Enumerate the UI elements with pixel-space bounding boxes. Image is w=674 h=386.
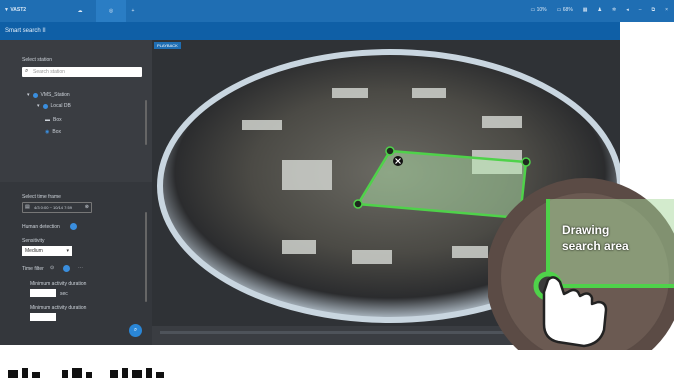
delete-selection-icon[interactable] [393, 156, 403, 166]
memory-indicator: ▭ 68% [557, 7, 573, 13]
min-activity2-label: Minimum activity duration [30, 305, 87, 311]
close-icon[interactable]: × [665, 7, 668, 13]
search-icon: ⌕ [133, 327, 138, 333]
select-station-label: Select station [22, 57, 53, 63]
time-frame-label: Select time frame [22, 194, 61, 200]
chevron-down-icon: ▾ [66, 248, 69, 254]
human-detection-label: Human detection [22, 224, 60, 230]
tree-station-label: VMS_Station [40, 92, 70, 98]
cloud-icon: ☁ [77, 8, 83, 14]
time-frame-value: 4/3 0:00 ~ 10/14 7:59 [34, 205, 72, 210]
min-activity2-input[interactable] [30, 313, 56, 321]
playback-badge: PLAYBACK [154, 42, 181, 49]
sensitivity-select[interactable]: Medium ▾ [22, 246, 72, 256]
cropped-caption-glyphs [8, 368, 164, 378]
camera-icon: ▬ [45, 117, 50, 123]
sidebar: Select station ⌕ Search station ▾ VMS_St… [0, 40, 152, 345]
more-icon[interactable]: ⋯ [78, 265, 83, 271]
memory-value: 68% [562, 7, 573, 13]
title-bar: Smart search II [0, 22, 620, 40]
station-search-input[interactable]: ⌕ Search station [22, 67, 142, 77]
time-filter-toggle[interactable] [63, 265, 70, 272]
sensitivity-label: Sensitivity [22, 238, 45, 244]
caption-area [0, 350, 674, 381]
tab-cloud[interactable]: ☁ [66, 0, 94, 22]
callout-line-1: Drawing [562, 223, 610, 237]
min-activity-input[interactable] [30, 289, 56, 297]
app-logo: ▼ VAST2 [4, 7, 26, 13]
min-activity-label: Minimum activity duration [30, 281, 87, 287]
topbar-right: ▭ 10% ▭ 68% ▦ ♟ ✲ ◂ – ⧉ × [531, 7, 669, 13]
time-filter-label: Time filter [22, 266, 44, 272]
callout-line-2: search area [562, 239, 629, 253]
chevron-down-icon: ▾ [27, 92, 30, 98]
speaker-icon[interactable]: ◂ [626, 7, 629, 13]
minimize-icon[interactable]: – [639, 7, 642, 13]
tree-camera2-label: Box [52, 129, 61, 135]
sensitivity-value: Medium [25, 248, 43, 254]
clear-icon[interactable]: ⊗ [85, 204, 89, 210]
tab-smart-search[interactable]: ◎ [96, 0, 126, 22]
tree-item-camera-1[interactable]: ▬ Box [45, 117, 62, 123]
grid-icon[interactable]: ▦ [583, 7, 588, 13]
tree-db-label: Local DB [50, 103, 71, 109]
tree-item-station[interactable]: ▾ VMS_Station [27, 92, 70, 98]
tree-item-db[interactable]: ▾ Local DB [37, 103, 71, 109]
callout-label: Drawing search area [562, 222, 629, 254]
handle-top-left[interactable] [385, 146, 395, 156]
search-icon: ⌕ [25, 68, 29, 74]
cpu-icon: ▭ [530, 7, 536, 13]
min-activity-unit: sec [60, 291, 68, 297]
smart-search-icon: ◎ [108, 8, 114, 14]
info-icon: ⊙ [50, 265, 55, 271]
tree-item-camera-2[interactable]: ◉ Box [45, 129, 61, 135]
search-settings-panel: Select time frame ▤ 4/3 0:00 ~ 10/14 7:5… [0, 182, 152, 345]
memory-icon: ▭ [556, 7, 562, 13]
search-placeholder: Search station [33, 69, 65, 75]
gear-icon[interactable]: ✲ [612, 7, 616, 13]
tree-camera1-label: Box [53, 117, 62, 123]
database-icon [42, 103, 48, 109]
restore-icon[interactable]: ⧉ [652, 7, 656, 13]
add-tab-button[interactable]: + [126, 0, 140, 22]
station-scrollbar[interactable] [145, 100, 147, 145]
human-detection-toggle[interactable] [70, 223, 77, 230]
fisheye-camera-icon: ◉ [45, 129, 50, 135]
handle-bottom-left[interactable] [353, 199, 363, 209]
vivotek-logo-icon: ▼ [4, 7, 9, 13]
chevron-down-icon: ▾ [37, 103, 40, 109]
search-button[interactable]: ⌕ [129, 324, 142, 337]
bell-icon[interactable]: ♟ [598, 7, 602, 13]
app-name: VAST2 [10, 7, 27, 13]
page-title: Smart search II [5, 28, 46, 34]
settings-scrollbar[interactable] [145, 212, 147, 302]
cpu-value: 10% [536, 7, 547, 13]
handle-top-right[interactable] [521, 157, 531, 167]
top-bar: ▼ VAST2 ☁ ◎ + ▭ 10% ▭ 68% ▦ ♟ ✲ ◂ – ⧉ × [0, 0, 674, 22]
cpu-indicator: ▭ 10% [531, 7, 547, 13]
calendar-icon: ▤ [25, 204, 30, 210]
station-icon [32, 92, 38, 98]
add-tab-label: + [131, 8, 135, 14]
time-frame-input[interactable]: ▤ 4/3 0:00 ~ 10/14 7:59 ⊗ [22, 202, 92, 213]
